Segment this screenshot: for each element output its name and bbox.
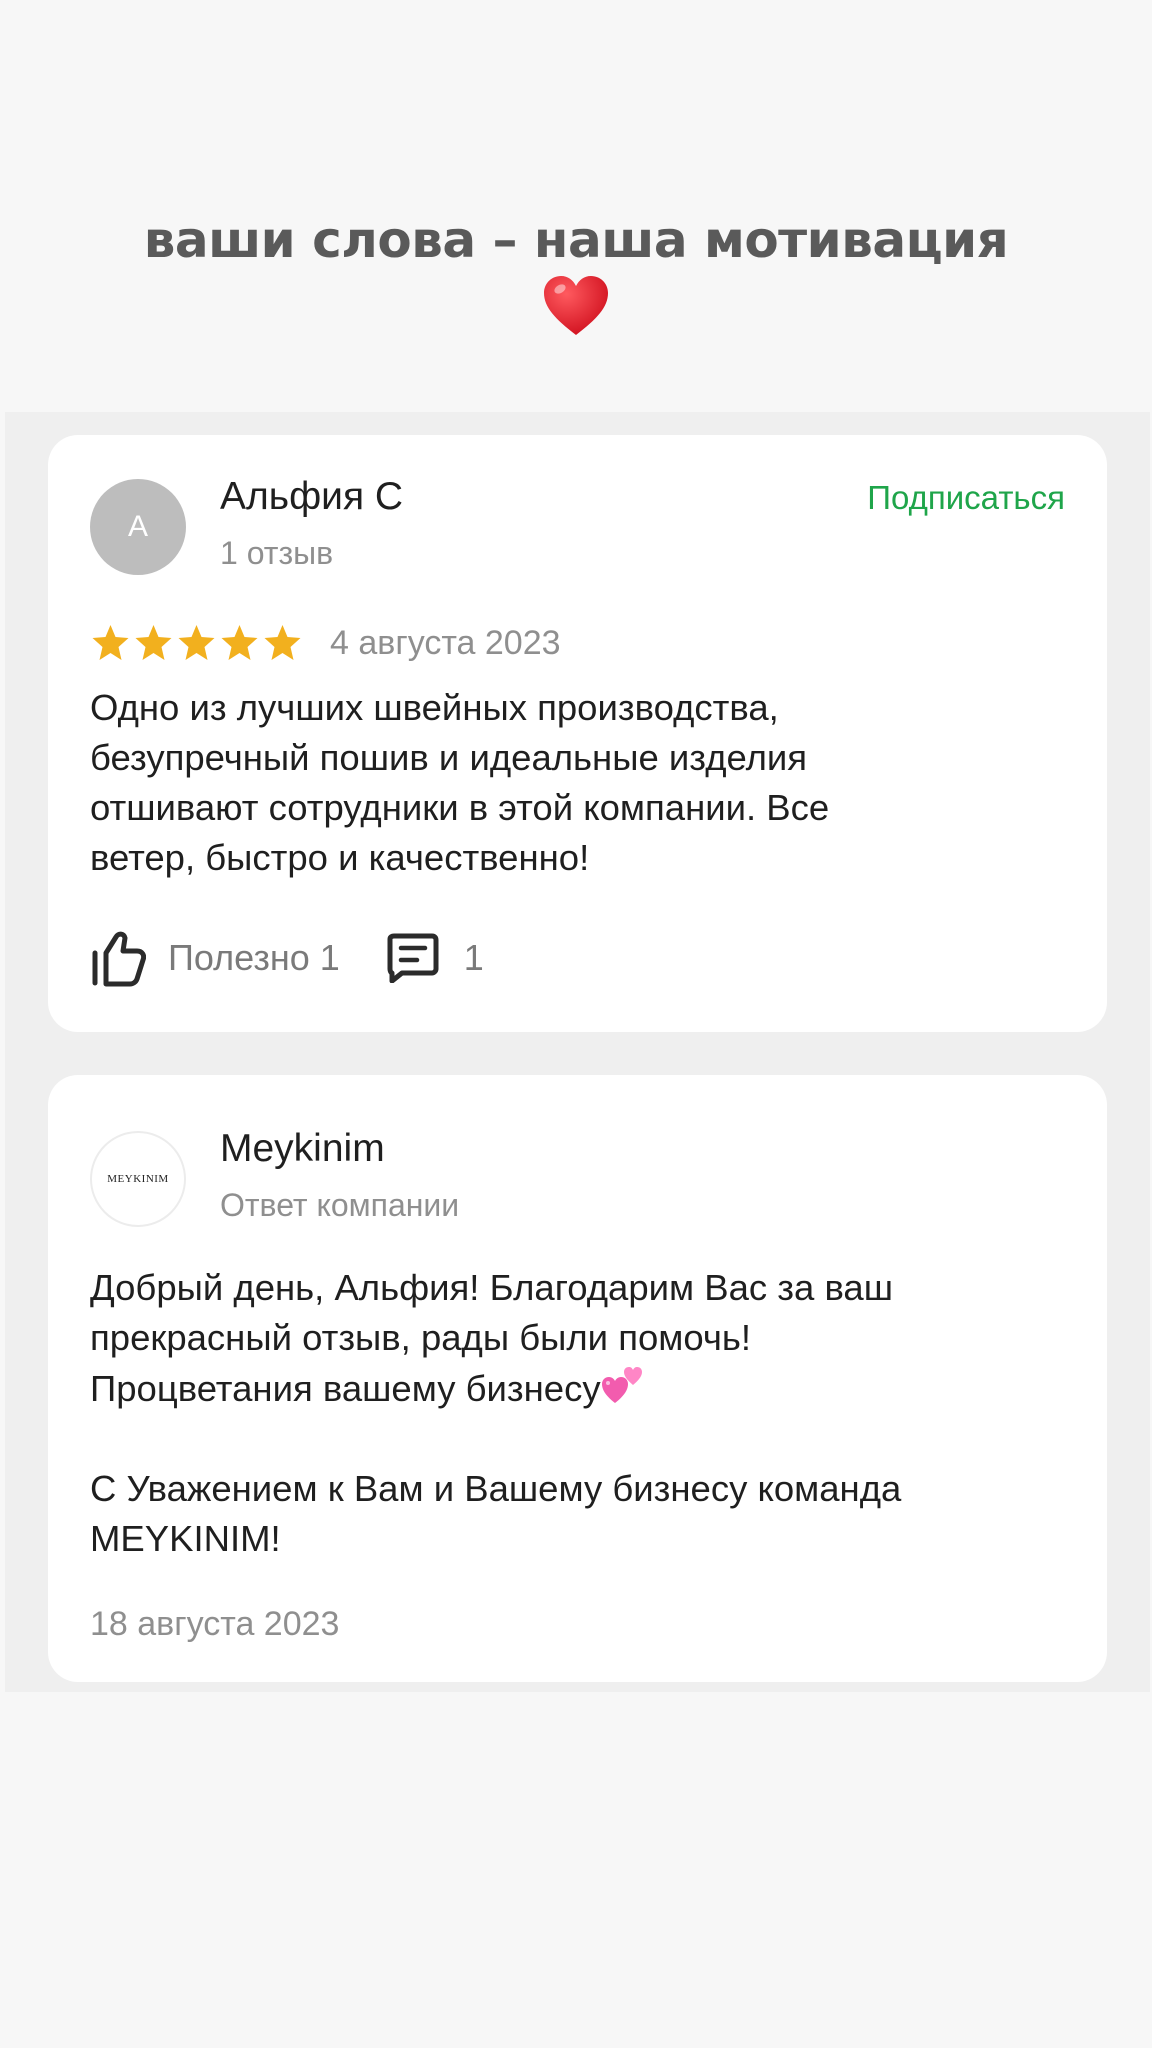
subscribe-button[interactable]: Подписаться (867, 479, 1065, 517)
star-icon (264, 625, 301, 660)
two-hearts-icon (601, 1367, 642, 1403)
review-card: А Альфия С 1 отзыв Подписаться 4 августа… (48, 435, 1107, 1032)
company-reply-card: MEYKINIM Meykinim Ответ компании Добрый … (48, 1075, 1107, 1682)
review-text: Одно из лучших швейных производства, без… (90, 687, 830, 878)
avatar[interactable]: А (90, 479, 186, 575)
star-rating (90, 623, 305, 663)
rating-row: 4 августа 2023 (90, 620, 561, 666)
reply-text-part1: Добрый день, Альфия! Благодарим Вас за в… (90, 1267, 894, 1409)
screenshot-page: ваши слова – наша мотивация А Альфия С 1… (0, 0, 1152, 2048)
review-date: 4 августа 2023 (330, 623, 561, 662)
company-name[interactable]: Meykinim (220, 1127, 385, 1171)
useful-button[interactable]: Полезно 1 (168, 937, 340, 979)
company-logo[interactable]: MEYKINIM (90, 1131, 186, 1227)
heart-icon (544, 276, 608, 335)
reviews-count[interactable]: 1 отзыв (220, 535, 333, 572)
reply-text-part2: С Уважением к Вам и Вашему бизнесу коман… (90, 1468, 902, 1559)
comments-count[interactable]: 1 (464, 937, 484, 979)
reply-date: 18 августа 2023 (90, 1605, 340, 1643)
reply-text: Добрый день, Альфия! Благодарим Вас за в… (90, 1263, 1090, 1564)
page-title: ваши слова – наша мотивация (143, 211, 1009, 269)
star-icon (178, 625, 215, 660)
star-icon (135, 625, 172, 660)
author-name[interactable]: Альфия С (220, 475, 403, 519)
review-actions: Полезно 1 1 (90, 925, 484, 991)
header: ваши слова – наша мотивация (0, 200, 1152, 338)
star-icon (221, 625, 258, 660)
reply-label: Ответ компании (220, 1187, 460, 1223)
comment-icon[interactable] (386, 933, 440, 983)
thumbs-up-icon[interactable] (90, 929, 146, 987)
star-icon (92, 625, 129, 660)
